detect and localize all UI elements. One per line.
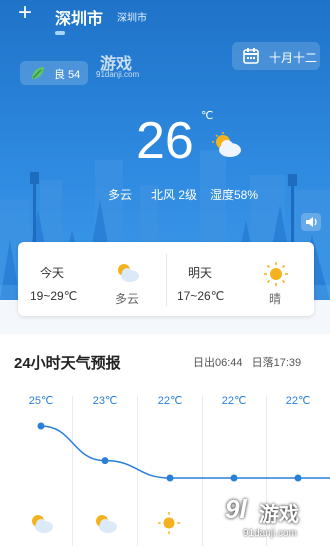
- top-bar: + 深圳市 深圳市: [0, 0, 330, 30]
- add-city-icon[interactable]: +: [18, 1, 32, 25]
- card-divider: [166, 254, 167, 306]
- today-label: 今天: [40, 266, 65, 280]
- daily-forecast-card[interactable]: 今天 19~29℃ 多云 明天 17~26℃ 晴: [18, 242, 314, 316]
- today-condition: 多云: [115, 292, 140, 306]
- tomorrow-range: 17~26℃: [177, 289, 225, 303]
- watermark-logo-top: 游戏 91danji.com: [92, 50, 152, 82]
- hourly-title: 24小时天气预报: [14, 355, 121, 372]
- tomorrow-label: 明天: [188, 266, 213, 280]
- partly-cloudy-icon: [212, 132, 241, 157]
- current-conditions: 多云 北风 2级 湿度58%: [0, 186, 330, 202]
- sun-times: 日出06:44 日落17:39: [193, 354, 307, 370]
- temperature-point: [37, 422, 45, 430]
- lunar-date-button[interactable]: 十月十二: [232, 42, 320, 70]
- temperature-point: [101, 457, 109, 465]
- air-quality-badge[interactable]: 良 54: [20, 61, 88, 85]
- calendar-icon: [243, 48, 259, 64]
- tomorrow-condition: 晴: [269, 292, 282, 306]
- watermark-url: 91danji.com: [243, 528, 297, 539]
- air-quality-label: 良 54: [54, 69, 81, 81]
- partly-cloudy-icon: [32, 515, 53, 533]
- watermark-brand: 游戏: [259, 504, 299, 526]
- current-temperature: 26: [136, 112, 194, 170]
- sunrise-time: 日出06:44: [193, 357, 243, 369]
- temperature-unit: ℃: [201, 110, 214, 122]
- sunset-time: 日落17:39: [251, 357, 302, 369]
- city-name[interactable]: 深圳市: [55, 5, 103, 29]
- condition-text: 多云: [108, 188, 133, 202]
- sun-icon: [264, 262, 288, 286]
- wind-text: 北风 2级: [151, 188, 198, 202]
- partly-cloudy-icon: [118, 264, 139, 282]
- partly-cloudy-icon: [96, 515, 117, 533]
- watermark-url: 91danji.com: [96, 70, 140, 79]
- temperature-point: [230, 474, 238, 482]
- district-name: 深圳市: [117, 13, 147, 24]
- watermark-logo-bottom: 9l 游戏 91danji.com: [225, 494, 299, 539]
- today-range: 19~29℃: [30, 289, 78, 303]
- leaf-icon: [32, 67, 44, 79]
- temperature-point: [294, 474, 302, 482]
- hourly-temperature-curve: [37, 422, 330, 482]
- temperature-line: [40, 425, 330, 479]
- temperature-point: [166, 474, 174, 482]
- sun-icon: [158, 512, 180, 534]
- speaker-icon: [306, 217, 317, 227]
- page-indicator: [55, 31, 65, 35]
- lunar-date-label: 十月十二: [269, 51, 318, 65]
- humidity-text: 湿度58%: [210, 188, 259, 202]
- speaker-button[interactable]: [301, 213, 321, 231]
